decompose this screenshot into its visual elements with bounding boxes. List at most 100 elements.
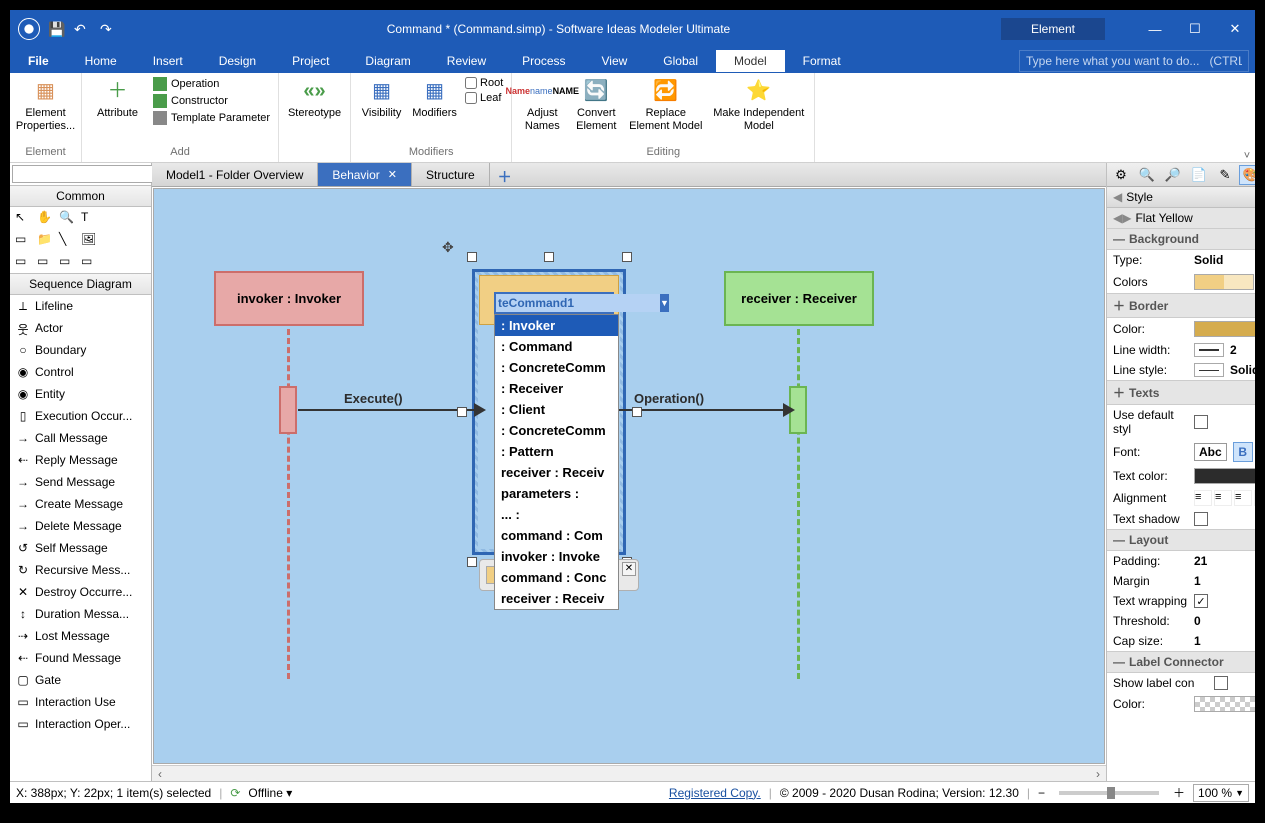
tool-interaction-use[interactable]: ▭Interaction Use bbox=[10, 691, 151, 713]
tool-execution-occur-[interactable]: ▯Execution Occur... bbox=[10, 405, 151, 427]
tool-lost-message[interactable]: ⇢Lost Message bbox=[10, 625, 151, 647]
stereotype-button[interactable]: «» Stereotype bbox=[287, 77, 342, 120]
zoom-slider[interactable] bbox=[1059, 791, 1159, 795]
section-border[interactable]: ＋Border bbox=[1107, 293, 1255, 318]
tab-model1[interactable]: Model1 - Folder Overview bbox=[152, 163, 318, 186]
sel-handle[interactable] bbox=[457, 407, 467, 417]
tool-entity[interactable]: ◉Entity bbox=[10, 383, 151, 405]
command-search[interactable] bbox=[1019, 50, 1249, 72]
text-icon[interactable]: T bbox=[81, 210, 99, 226]
modifiers-button[interactable]: ▦Modifiers bbox=[412, 77, 457, 120]
dropdown-option[interactable]: : ConcreteComm bbox=[495, 420, 618, 441]
panel-icon[interactable]: 🔎 bbox=[1161, 165, 1185, 185]
tool-delete-message[interactable]: →Delete Message bbox=[10, 515, 151, 537]
align-top[interactable]: ⎺ bbox=[1254, 490, 1255, 506]
tool-recursive-mess-[interactable]: ↻Recursive Mess... bbox=[10, 559, 151, 581]
dropdown-option[interactable]: : Receiver bbox=[495, 378, 618, 399]
align-left[interactable]: ≡ bbox=[1194, 490, 1212, 506]
sel-handle[interactable] bbox=[632, 407, 642, 417]
menu-review[interactable]: Review bbox=[429, 50, 504, 72]
tool-send-message[interactable]: →Send Message bbox=[10, 471, 151, 493]
msg-label-operation[interactable]: Operation() bbox=[634, 391, 704, 406]
note-icon[interactable]: ▭ bbox=[15, 232, 33, 248]
menu-format[interactable]: Format bbox=[785, 50, 859, 72]
dropdown-option[interactable]: parameters : bbox=[495, 483, 618, 504]
inline-edit-input[interactable] bbox=[496, 294, 660, 312]
border-color-swatch[interactable] bbox=[1194, 321, 1255, 337]
labelcolor-swatch[interactable] bbox=[1194, 696, 1255, 712]
msg-label-execute[interactable]: Execute() bbox=[344, 391, 403, 406]
attribute-button[interactable]: ＋ Attribute bbox=[90, 77, 145, 120]
dropdown-option[interactable]: ... : bbox=[495, 504, 618, 525]
menu-process[interactable]: Process bbox=[504, 50, 583, 72]
tool-duration-messa-[interactable]: ↕Duration Messa... bbox=[10, 603, 151, 625]
dropdown-option[interactable]: command : Conc bbox=[495, 567, 618, 588]
operation-button[interactable]: Operation bbox=[153, 77, 270, 91]
dropdown-option[interactable]: receiver : Receiv bbox=[495, 588, 618, 609]
activation-invoker[interactable] bbox=[279, 386, 297, 434]
menu-home[interactable]: Home bbox=[67, 50, 135, 72]
align-right[interactable]: ≡ bbox=[1234, 490, 1252, 506]
canvas-area[interactable]: invoker : Invoker receiver : Receiver Ex… bbox=[153, 188, 1105, 764]
tool-boundary[interactable]: ○Boundary bbox=[10, 339, 151, 361]
sel-handle[interactable] bbox=[467, 252, 477, 262]
zoom-icon[interactable]: 🔍 bbox=[59, 210, 77, 226]
colors-swatch[interactable] bbox=[1194, 274, 1254, 290]
mini-close-icon[interactable]: ✕ bbox=[622, 562, 636, 576]
context-tab[interactable]: Element bbox=[1001, 18, 1105, 40]
sequence-header[interactable]: Sequence Diagram bbox=[10, 273, 151, 295]
section-labelcon[interactable]: —Label Connector bbox=[1107, 651, 1255, 673]
close-tab-icon[interactable]: ✕ bbox=[388, 168, 397, 181]
line-icon[interactable]: ╲ bbox=[59, 232, 77, 248]
image-icon[interactable]: 🖼 bbox=[81, 232, 99, 248]
adjust-names-button[interactable]: NamenameNAMEAdjust Names bbox=[520, 77, 564, 133]
h-scrollbar[interactable]: ‹› bbox=[152, 765, 1106, 781]
tool-actor[interactable]: 웃Actor bbox=[10, 317, 151, 339]
pointer-icon[interactable]: ↖ bbox=[15, 210, 33, 226]
convert-element-button[interactable]: 🔄Convert Element bbox=[572, 77, 620, 133]
sync-icon[interactable]: ⟳ bbox=[230, 786, 240, 800]
linestyle-preview[interactable] bbox=[1194, 363, 1224, 377]
tool-interaction-oper-[interactable]: ▭Interaction Oper... bbox=[10, 713, 151, 735]
ribbon-collapse-icon[interactable]: ˅ bbox=[1239, 73, 1255, 162]
root-checkbox[interactable]: Root bbox=[465, 77, 503, 89]
style-panel-icon[interactable]: 🎨 bbox=[1239, 165, 1255, 185]
dropdown-option[interactable]: : Invoker bbox=[495, 315, 618, 336]
zoom-in-icon[interactable]: ＋ bbox=[1173, 784, 1185, 801]
tool-reply-message[interactable]: ⇠Reply Message bbox=[10, 449, 151, 471]
dropdown-option[interactable]: : ConcreteComm bbox=[495, 357, 618, 378]
tool-destroy-occurre-[interactable]: ✕Destroy Occurre... bbox=[10, 581, 151, 603]
leaf-checkbox[interactable]: Leaf bbox=[465, 92, 503, 104]
sel-handle[interactable] bbox=[622, 252, 632, 262]
independent-model-button[interactable]: ⭐Make Independent Model bbox=[711, 77, 806, 133]
sel-handle[interactable] bbox=[544, 252, 554, 262]
linewidth-preview[interactable] bbox=[1194, 343, 1224, 357]
tool-control[interactable]: ◉Control bbox=[10, 361, 151, 383]
font-preview[interactable]: Abc bbox=[1194, 443, 1227, 461]
visibility-button[interactable]: ▦Visibility bbox=[359, 77, 404, 120]
sel-handle[interactable] bbox=[467, 557, 477, 567]
lifeline-invoker[interactable]: invoker : Invoker bbox=[214, 271, 364, 326]
panel-icon[interactable]: ✎ bbox=[1213, 165, 1237, 185]
align-center[interactable]: ≡ bbox=[1214, 490, 1232, 506]
menu-view[interactable]: View bbox=[584, 50, 646, 72]
zoom-out-icon[interactable]: − bbox=[1038, 786, 1045, 800]
bold-button[interactable]: B bbox=[1233, 442, 1253, 462]
textshadow-checkbox[interactable] bbox=[1194, 512, 1208, 526]
move-handle-icon[interactable]: ✥ bbox=[442, 239, 454, 256]
msg-operation[interactable] bbox=[619, 409, 787, 411]
tool-gate[interactable]: ▢Gate bbox=[10, 669, 151, 691]
element-properties-button[interactable]: ▦ Element Properties... bbox=[18, 77, 73, 133]
panel-icon[interactable]: 🔍 bbox=[1135, 165, 1159, 185]
minimize-button[interactable]: — bbox=[1135, 15, 1175, 43]
command-search-input[interactable] bbox=[1019, 50, 1249, 72]
menu-design[interactable]: Design bbox=[201, 50, 274, 72]
section-texts[interactable]: ＋Texts bbox=[1107, 380, 1255, 405]
folder-icon[interactable]: 📁 bbox=[37, 232, 55, 248]
dropdown-option[interactable]: command : Com bbox=[495, 525, 618, 546]
textwrap-checkbox[interactable]: ✓ bbox=[1194, 594, 1208, 608]
usedef-checkbox[interactable] bbox=[1194, 415, 1208, 429]
close-button[interactable]: ✕ bbox=[1215, 15, 1255, 43]
undo-icon[interactable]: ↶ bbox=[74, 21, 90, 37]
tab-behavior[interactable]: Behavior✕ bbox=[318, 163, 412, 186]
